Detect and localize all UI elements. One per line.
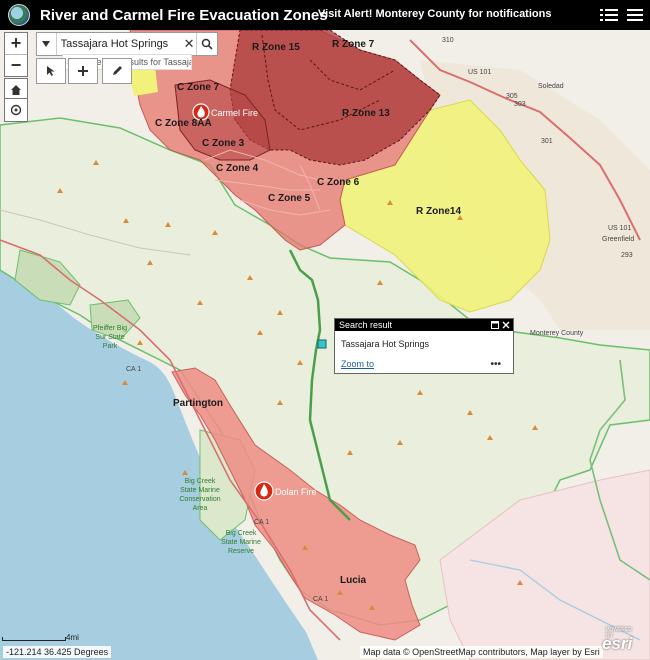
cursor-tool-icon (47, 66, 55, 76)
label-greenfield: Greenfield (602, 236, 634, 243)
close-icon[interactable] (502, 321, 510, 329)
label-r-zone-7: R Zone 7 (332, 39, 375, 50)
label-bigcreek1-4: Area (193, 505, 208, 512)
label-bigcreek1-1: Big Creek (185, 478, 216, 485)
search-result-popup: Search result Tassajara Hot Springs Zoom… (334, 318, 514, 374)
label-c-zone-6: C Zone 6 (317, 177, 360, 188)
label-r-zone-13: R Zone 13 (342, 108, 390, 119)
search-source-dropdown[interactable] (37, 33, 57, 55)
label-c-zone-3: C Zone 3 (202, 138, 245, 149)
map-view[interactable]: C Zone 7 C Zone 8AA C Zone 3 C Zone 4 C … (0, 30, 650, 660)
label-route-303: 303 (514, 101, 526, 108)
home-icon (11, 85, 21, 95)
esri-logo: POWERED BY esri (602, 627, 633, 653)
chevron-down-icon (42, 41, 51, 47)
map-attribution: Map data © OpenStreetMap contributors, M… (360, 646, 603, 658)
popup-content: Tassajara Hot Springs (341, 339, 430, 349)
search-input[interactable] (56, 38, 183, 50)
label-bigcreek2-1: Big Creek (226, 530, 257, 537)
label-c-zone-4: C Zone 4 (216, 163, 259, 174)
label-partington: Partington (173, 398, 223, 409)
zoom-in-button[interactable]: + (5, 33, 27, 54)
label-pfeiffer-2: Sur State (95, 334, 124, 341)
measure-icon (78, 66, 88, 76)
search-result-marker[interactable] (317, 339, 327, 349)
app-title: River and Carmel Fire Evacuation Zones (40, 6, 328, 24)
label-c-zone-5: C Zone 5 (268, 193, 311, 204)
label-soledad: Soledad (538, 83, 564, 90)
tool-button-1[interactable] (36, 58, 66, 84)
search-button[interactable] (195, 33, 217, 55)
menu-icon[interactable] (624, 5, 646, 25)
tool-button-3[interactable] (102, 58, 132, 84)
locate-button[interactable] (4, 98, 28, 122)
label-lucia: Lucia (340, 575, 367, 586)
app-header: River and Carmel Fire Evacuation Zones V… (0, 0, 650, 30)
label-us101-a: US 101 (468, 69, 491, 76)
tool-button-2[interactable] (68, 58, 98, 84)
label-route-310: 310 (442, 37, 454, 44)
zoom-out-button[interactable]: − (5, 54, 27, 76)
label-carmel-fire: Carmel Fire (211, 108, 258, 118)
locate-icon (10, 104, 22, 116)
label-c-zone-8aa: C Zone 8AA (155, 118, 212, 129)
draw-icon (113, 66, 122, 75)
label-bigcreek2-3: Reserve (228, 548, 254, 555)
legend-list-icon[interactable] (598, 5, 620, 25)
label-route-293: 293 (621, 252, 633, 259)
label-c-zone-7: C Zone 7 (177, 82, 220, 93)
label-bigcreek1-2: State Marine (180, 487, 220, 494)
dolan-fire-icon[interactable] (254, 481, 274, 501)
label-route-301: 301 (541, 138, 553, 145)
label-dolan-fire: Dolan Fire (275, 487, 317, 497)
alert-notice: Visit Alert! Monterey County for notific… (318, 8, 552, 20)
label-pfeiffer-3: Park (103, 343, 118, 350)
dock-icon[interactable] (491, 321, 499, 329)
zoom-control: + − (4, 32, 28, 77)
label-r-zone-15: R Zone 15 (252, 42, 300, 53)
label-ca1-b: CA 1 (254, 519, 269, 526)
clear-search-button[interactable]: ✕ (183, 36, 196, 52)
search-widget: ✕ (36, 32, 218, 56)
label-ca1-c: CA 1 (313, 596, 328, 603)
more-actions-button[interactable]: ••• (490, 359, 501, 370)
label-pfeiffer-1: Pfeiffer Big (93, 325, 127, 332)
search-icon (201, 38, 213, 50)
label-us101-b: US 101 (608, 225, 631, 232)
zoom-to-link[interactable]: Zoom to (341, 359, 374, 369)
label-monterey-county: Monterey County (530, 330, 584, 337)
popup-title: Search result (339, 320, 393, 330)
scale-label: 4mi (66, 633, 79, 642)
label-bigcreek2-2: State Marine (221, 539, 261, 546)
label-ca1-a: CA 1 (126, 366, 141, 373)
coordinates-readout: -121.214 36.425 Degrees (3, 646, 112, 658)
scale-bar (2, 637, 66, 641)
label-r-zone-14: R Zone14 (416, 206, 461, 217)
app-logo (8, 4, 30, 26)
label-route-305: 305 (506, 93, 518, 100)
label-bigcreek1-3: Conservation (179, 496, 220, 503)
